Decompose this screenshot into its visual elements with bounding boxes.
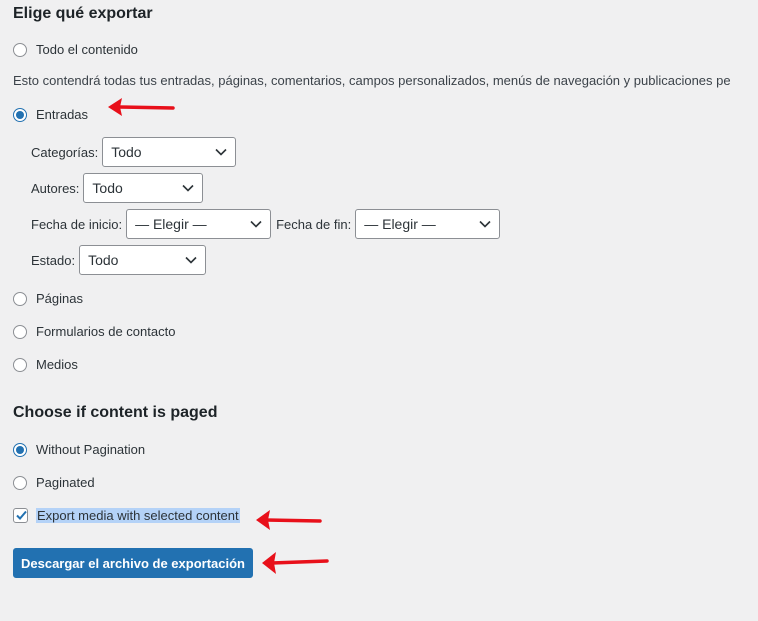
start-date-select-value: — Elegir — bbox=[135, 216, 207, 232]
download-export-button[interactable]: Descargar el archivo de exportación bbox=[13, 548, 253, 578]
filter-dates: Fecha de inicio: — Elegir — Fecha de fin… bbox=[31, 209, 501, 239]
radio-pages-label: Páginas bbox=[36, 291, 83, 306]
filter-status: Estado: Todo bbox=[31, 245, 207, 275]
chevron-down-icon bbox=[479, 220, 491, 228]
export-section-title: Elige qué exportar bbox=[13, 5, 153, 22]
filter-categories: Categorías: Todo bbox=[31, 137, 237, 167]
end-date-select[interactable]: — Elegir — bbox=[355, 209, 501, 239]
annotation-arrow-icon bbox=[108, 98, 175, 116]
authors-label: Autores: bbox=[31, 180, 80, 196]
start-date-select[interactable]: — Elegir — bbox=[126, 209, 272, 239]
radio-row-pages[interactable]: Páginas bbox=[13, 291, 83, 306]
radio-pages[interactable] bbox=[13, 291, 27, 306]
end-date-select-value: — Elegir — bbox=[364, 216, 436, 232]
radio-row-contact-forms[interactable]: Formularios de contacto bbox=[13, 324, 175, 339]
chevron-down-icon bbox=[215, 148, 227, 156]
radio-all-content[interactable] bbox=[13, 42, 27, 57]
radio-without-pagination[interactable] bbox=[13, 442, 27, 457]
annotation-arrow-icon bbox=[256, 510, 322, 530]
export-media-checkbox[interactable] bbox=[13, 508, 28, 523]
radio-media-label: Medios bbox=[36, 357, 78, 372]
radio-posts-label: Entradas bbox=[36, 107, 89, 122]
start-date-label: Fecha de inicio: bbox=[31, 216, 123, 232]
radio-without-pagination-label: Without Pagination bbox=[36, 442, 146, 457]
radio-contact-forms-label: Formularios de contacto bbox=[36, 324, 176, 339]
end-date-label: Fecha de fin: bbox=[276, 216, 352, 232]
radio-contact-forms[interactable] bbox=[13, 324, 27, 339]
radio-row-posts[interactable]: Entradas bbox=[13, 107, 88, 122]
categories-select[interactable]: Todo bbox=[102, 137, 237, 167]
filter-authors: Autores: Todo bbox=[31, 173, 204, 203]
authors-select[interactable]: Todo bbox=[83, 173, 204, 203]
all-content-description: Esto contendrá todas tus entradas, págin… bbox=[13, 73, 731, 88]
status-select-value: Todo bbox=[88, 252, 119, 268]
radio-row-paginated[interactable]: Paginated bbox=[13, 475, 95, 490]
export-media-row[interactable]: Export media with selected content bbox=[13, 508, 240, 523]
radio-media[interactable] bbox=[13, 357, 27, 372]
radio-posts[interactable] bbox=[13, 107, 27, 122]
radio-paginated[interactable] bbox=[13, 475, 27, 490]
radio-all-content-label: Todo el contenido bbox=[36, 42, 138, 57]
export-page: Elige qué exportar Todo el contenido Est… bbox=[0, 0, 758, 621]
radio-row-without-pagination[interactable]: Without Pagination bbox=[13, 442, 145, 457]
status-select[interactable]: Todo bbox=[79, 245, 207, 275]
categories-label: Categorías: bbox=[31, 144, 99, 160]
export-media-label: Export media with selected content bbox=[36, 508, 240, 523]
radio-row-all-content[interactable]: Todo el contenido bbox=[13, 42, 138, 57]
radio-paginated-label: Paginated bbox=[36, 475, 95, 490]
categories-select-value: Todo bbox=[111, 144, 142, 160]
radio-row-media[interactable]: Medios bbox=[13, 357, 78, 372]
chevron-down-icon bbox=[185, 256, 197, 264]
authors-select-value: Todo bbox=[92, 180, 123, 196]
checkmark-icon bbox=[16, 510, 27, 520]
annotation-arrow-icon bbox=[262, 552, 329, 574]
chevron-down-icon bbox=[182, 184, 194, 192]
paging-section-title: Choose if content is paged bbox=[13, 404, 218, 421]
status-label: Estado: bbox=[31, 252, 76, 268]
chevron-down-icon bbox=[250, 220, 262, 228]
